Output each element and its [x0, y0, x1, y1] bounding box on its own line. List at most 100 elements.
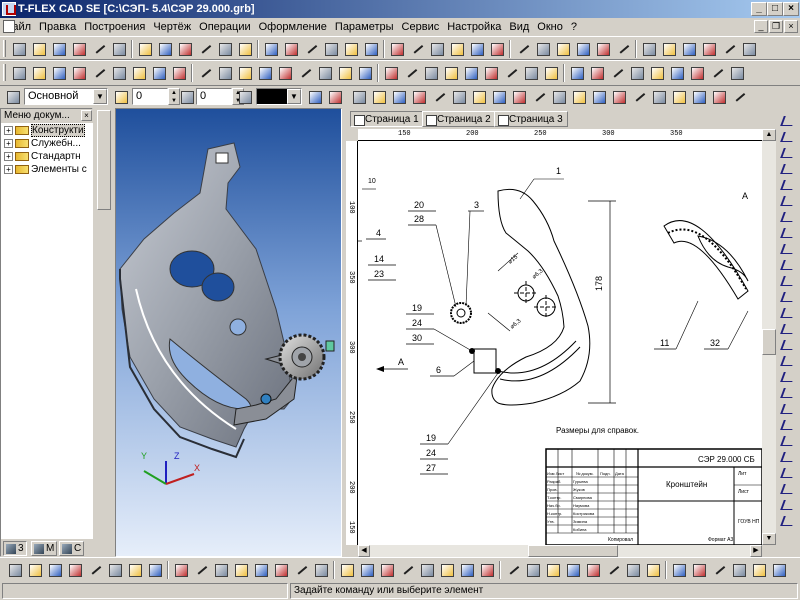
toolbar-tool-icon[interactable] [262, 40, 280, 58]
toolbar-tool-icon[interactable] [418, 561, 436, 579]
toolbar-tool-icon[interactable] [10, 40, 28, 58]
toolbar-tool-icon[interactable] [338, 561, 356, 579]
toolbar-tool-icon[interactable] [570, 88, 588, 106]
toolbar-tool-icon[interactable] [534, 40, 552, 58]
maximize-button[interactable]: □ [767, 2, 783, 16]
toolbar-tool-icon[interactable] [410, 88, 428, 106]
scroll-down-arrow[interactable]: ▼ [762, 533, 776, 545]
toolbar-tool-icon[interactable] [6, 561, 24, 579]
toolbar-tool-icon[interactable] [710, 88, 728, 106]
toolbar-tool-icon[interactable] [514, 40, 532, 58]
toolbar-tool-icon[interactable] [448, 40, 466, 58]
menu-window[interactable]: Окно [533, 18, 567, 36]
sketch-tool-icon[interactable] [779, 114, 797, 128]
scroll-left-arrow[interactable]: ◀ [358, 545, 370, 557]
toolbar-tool-icon[interactable] [30, 40, 48, 58]
toolbar-tool-icon[interactable] [470, 88, 488, 106]
tab-structure[interactable]: С [59, 541, 85, 556]
sketch-tool-icon[interactable] [779, 498, 797, 512]
toolbar-tool-icon[interactable] [30, 64, 48, 82]
toolbar-tool-icon[interactable] [770, 561, 788, 579]
menu-view[interactable]: Вид [505, 18, 533, 36]
drawing-canvas[interactable]: 178 ⌀15 ⌀6,3 ⌀6,3 1 20 28 3 4 14 23 10 1… [358, 141, 762, 545]
toolbar-tool-icon[interactable] [568, 64, 586, 82]
sketch-tool-icon[interactable] [779, 194, 797, 208]
toolbar-tool-icon[interactable] [302, 40, 320, 58]
sketch-tool-icon[interactable] [779, 450, 797, 464]
doc-close-button[interactable]: × [784, 20, 798, 33]
menu-drawing[interactable]: Чертёж [149, 18, 195, 36]
sketch-tool-icon[interactable] [779, 322, 797, 336]
sketch-tool-icon[interactable] [779, 226, 797, 240]
sketch-tool-icon[interactable] [779, 242, 797, 256]
toolbar-tool-icon[interactable] [212, 561, 230, 579]
toolbar-tool-icon[interactable] [292, 561, 310, 579]
menu-settings[interactable]: Настройка [443, 18, 505, 36]
toolbar-tool-icon[interactable] [110, 64, 128, 82]
scroll-up-arrow[interactable]: ▲ [762, 129, 776, 141]
toolbar-tool-icon[interactable] [110, 40, 128, 58]
menu-parameters[interactable]: Параметры [331, 18, 398, 36]
toolbar-tool-icon[interactable] [740, 40, 758, 58]
toolbar-tool-icon[interactable] [530, 88, 548, 106]
toolbar-tool-icon[interactable] [554, 40, 572, 58]
toolbar-tool-icon[interactable] [252, 561, 270, 579]
sketch-tool-icon[interactable] [779, 274, 797, 288]
toolbar-tool-icon[interactable] [430, 88, 448, 106]
toolbar-tool-icon[interactable] [236, 64, 254, 82]
toolbar-tool-icon[interactable] [362, 40, 380, 58]
toolbar-tool-icon[interactable] [584, 561, 602, 579]
tree-item-elements[interactable]: + Элементы с [4, 163, 92, 176]
toolbar-tool-icon[interactable] [378, 561, 396, 579]
toolbar-tool-icon[interactable] [478, 561, 496, 579]
tab-page-1[interactable]: Страница 1 [350, 111, 424, 127]
sketch-tool-icon[interactable] [779, 402, 797, 416]
sketch-tool-icon[interactable] [779, 306, 797, 320]
toolbar-tool-icon[interactable] [524, 561, 542, 579]
toolbar-tool-icon[interactable] [390, 88, 408, 106]
toolbar-grip[interactable] [3, 40, 6, 57]
color-wheel-icon[interactable] [236, 88, 254, 106]
toolbar-tool-icon[interactable] [710, 561, 728, 579]
drawing-horizontal-scrollbar[interactable]: ◀ ▶ [358, 545, 762, 557]
layer-select[interactable]: Основной ▼ [24, 88, 108, 105]
tree-item-constructive[interactable]: + Конструкти [4, 124, 92, 137]
menu-operations[interactable]: Операции [195, 18, 254, 36]
toolbar-tool-icon[interactable] [608, 64, 626, 82]
sketch-tool-icon[interactable] [779, 514, 797, 528]
toolbar-tool-icon[interactable] [176, 40, 194, 58]
panel-splitter[interactable] [93, 108, 115, 557]
toolbar-tool-icon[interactable] [590, 88, 608, 106]
toolbar-tool-icon[interactable] [50, 40, 68, 58]
sketch-tool-icon[interactable] [779, 418, 797, 432]
toolbar-tool-icon[interactable] [442, 64, 460, 82]
toolbar-tool-icon[interactable] [66, 561, 84, 579]
toolbar-tool-icon[interactable] [172, 561, 190, 579]
sketch-tool-icon[interactable] [779, 162, 797, 176]
toolbar-tool-icon[interactable] [146, 561, 164, 579]
toolbar-tool-icon[interactable] [482, 64, 500, 82]
toolbar-tool-icon[interactable] [216, 40, 234, 58]
toolbar-tool-icon[interactable] [614, 40, 632, 58]
menu-formatting[interactable]: Оформление [255, 18, 331, 36]
toolbar-tool-icon[interactable] [312, 561, 330, 579]
tab-3d[interactable]: 3 [3, 541, 27, 556]
tab-page-2[interactable]: Страница 2 [422, 111, 496, 127]
toolbar-tool-icon[interactable] [640, 40, 658, 58]
toolbar-tool-icon[interactable] [106, 561, 124, 579]
sketch-tool-icon[interactable] [779, 290, 797, 304]
scroll-right-arrow[interactable]: ▶ [750, 545, 762, 557]
sketch-tool-icon[interactable] [779, 130, 797, 144]
toolbar-tool-icon[interactable] [488, 40, 506, 58]
sketch-tool-icon[interactable] [779, 354, 797, 368]
toolbar-tool-icon[interactable] [700, 40, 718, 58]
toolbar-tool-icon[interactable] [428, 40, 446, 58]
panel-close-button[interactable]: × [81, 110, 92, 121]
toolbar-tool-icon[interactable] [70, 64, 88, 82]
toolbar-tool-icon[interactable] [502, 64, 520, 82]
toolbar-tool-icon[interactable] [660, 40, 678, 58]
expand-icon[interactable]: + [4, 151, 13, 161]
toolbar-tool-icon[interactable] [550, 88, 568, 106]
toolbar-tool-icon[interactable] [690, 561, 708, 579]
tree-item-standard[interactable]: + Стандартн [4, 150, 92, 163]
